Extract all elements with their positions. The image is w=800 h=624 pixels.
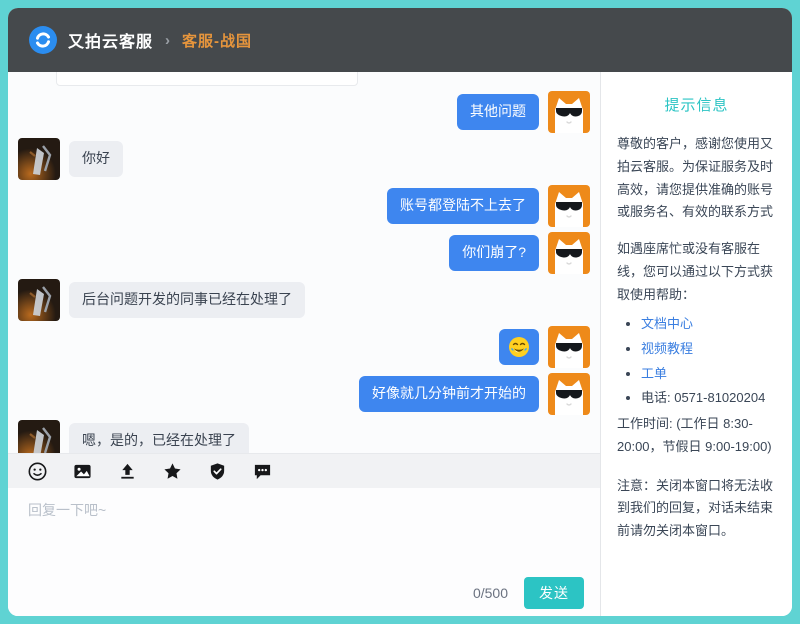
message-row: 好像就几分钟前才开始的 [18, 373, 590, 415]
cat-sunglasses-avatar-icon [548, 232, 590, 274]
quick-reply-icon[interactable] [253, 462, 272, 481]
list-item: 文档中心 [641, 312, 776, 337]
upload-icon[interactable] [118, 462, 137, 481]
composer: 0/500 发送 [8, 453, 600, 616]
close-window-note: 注意：关闭本窗口将无法收到我们的回复，对话未结束前请勿关闭本窗口。 [617, 475, 776, 543]
breadcrumb-separator-icon: › [165, 32, 170, 49]
agent-avatar [18, 420, 60, 453]
sidebar-title: 提示信息 [617, 94, 776, 115]
shield-icon[interactable] [208, 462, 227, 481]
message-bubble: 后台问题开发的同事已经在处理了 [69, 282, 305, 318]
brand-title: 又拍云客服 [68, 28, 153, 52]
sidebar-paragraph: 尊敬的客户，感谢您使用又拍云客服。为保证服务及时高效，请您提供准确的账号或服务名… [617, 133, 776, 224]
info-sidebar: 提示信息 尊敬的客户，感谢您使用又拍云客服。为保证服务及时高效，请您提供准确的账… [600, 72, 792, 616]
emoji-icon[interactable] [28, 462, 47, 481]
composer-toolbar [8, 454, 600, 488]
docs-center-link[interactable]: 文档中心 [641, 316, 693, 331]
message-bubble-emoji [499, 329, 539, 365]
quick-reply-card-truncated [56, 72, 358, 86]
help-link-list: 文档中心 视频教程 工单 电话: 0571-81020204 [617, 312, 776, 411]
joy-emoji-icon [508, 336, 530, 358]
message-row [18, 326, 590, 368]
cat-sunglasses-avatar-icon [548, 185, 590, 227]
composer-footer: 0/500 发送 [8, 570, 600, 616]
breadcrumb-current: 客服-战国 [182, 30, 252, 51]
cat-sunglasses-avatar-icon [548, 91, 590, 133]
cat-sunglasses-avatar-icon [548, 326, 590, 368]
message-row: 其他问题 [18, 91, 590, 133]
send-button[interactable]: 发送 [524, 577, 584, 609]
chat-window: 又拍云客服 › 客服-战国 其他问题 [8, 8, 792, 616]
message-row: 你好 [18, 138, 590, 180]
customer-avatar [548, 232, 590, 274]
ticket-link[interactable]: 工单 [641, 366, 667, 381]
content: 其他问题 [8, 72, 792, 616]
customer-avatar [548, 91, 590, 133]
chat-column: 其他问题 [8, 72, 600, 616]
game-character-avatar-icon [18, 420, 60, 453]
message-row: 后台问题开发的同事已经在处理了 [18, 279, 590, 321]
list-item: 工单 [641, 362, 776, 387]
list-item: 视频教程 [641, 337, 776, 362]
list-item: 电话: 0571-81020204 [641, 386, 776, 411]
video-tutorial-link[interactable]: 视频教程 [641, 341, 693, 356]
game-character-avatar-icon [18, 138, 60, 180]
image-icon[interactable] [73, 462, 92, 481]
message-bubble: 你好 [69, 141, 123, 177]
customer-avatar [548, 326, 590, 368]
header: 又拍云客服 › 客服-战国 [8, 8, 792, 72]
customer-avatar [548, 373, 590, 415]
star-icon[interactable] [163, 462, 182, 481]
message-row: 账号都登陆不上去了 [18, 185, 590, 227]
agent-avatar [18, 138, 60, 180]
message-bubble: 账号都登陆不上去了 [387, 188, 539, 224]
phone-number: 电话: 0571-81020204 [641, 390, 765, 405]
message-row: 你们崩了? [18, 232, 590, 274]
work-hours: 工作时间: (工作日 8:30-20:00，节假日 9:00-19:00) [617, 413, 776, 459]
message-bubble: 你们崩了? [449, 235, 539, 271]
message-list[interactable]: 其他问题 [8, 72, 600, 453]
sidebar-paragraph: 如遇座席忙或没有客服在线，您可以通过以下方式获取使用帮助： [617, 238, 776, 306]
agent-avatar [18, 279, 60, 321]
cat-sunglasses-avatar-icon [548, 373, 590, 415]
message-bubble: 好像就几分钟前才开始的 [359, 376, 539, 412]
customer-avatar [548, 185, 590, 227]
message-bubble: 其他问题 [457, 94, 539, 130]
char-counter: 0/500 [473, 585, 508, 601]
game-character-avatar-icon [18, 279, 60, 321]
reply-input[interactable] [8, 488, 600, 570]
message-bubble: 嗯，是的，已经在处理了 [69, 423, 249, 453]
upyun-logo-icon [28, 25, 58, 55]
message-row: 嗯，是的，已经在处理了 [18, 420, 590, 453]
